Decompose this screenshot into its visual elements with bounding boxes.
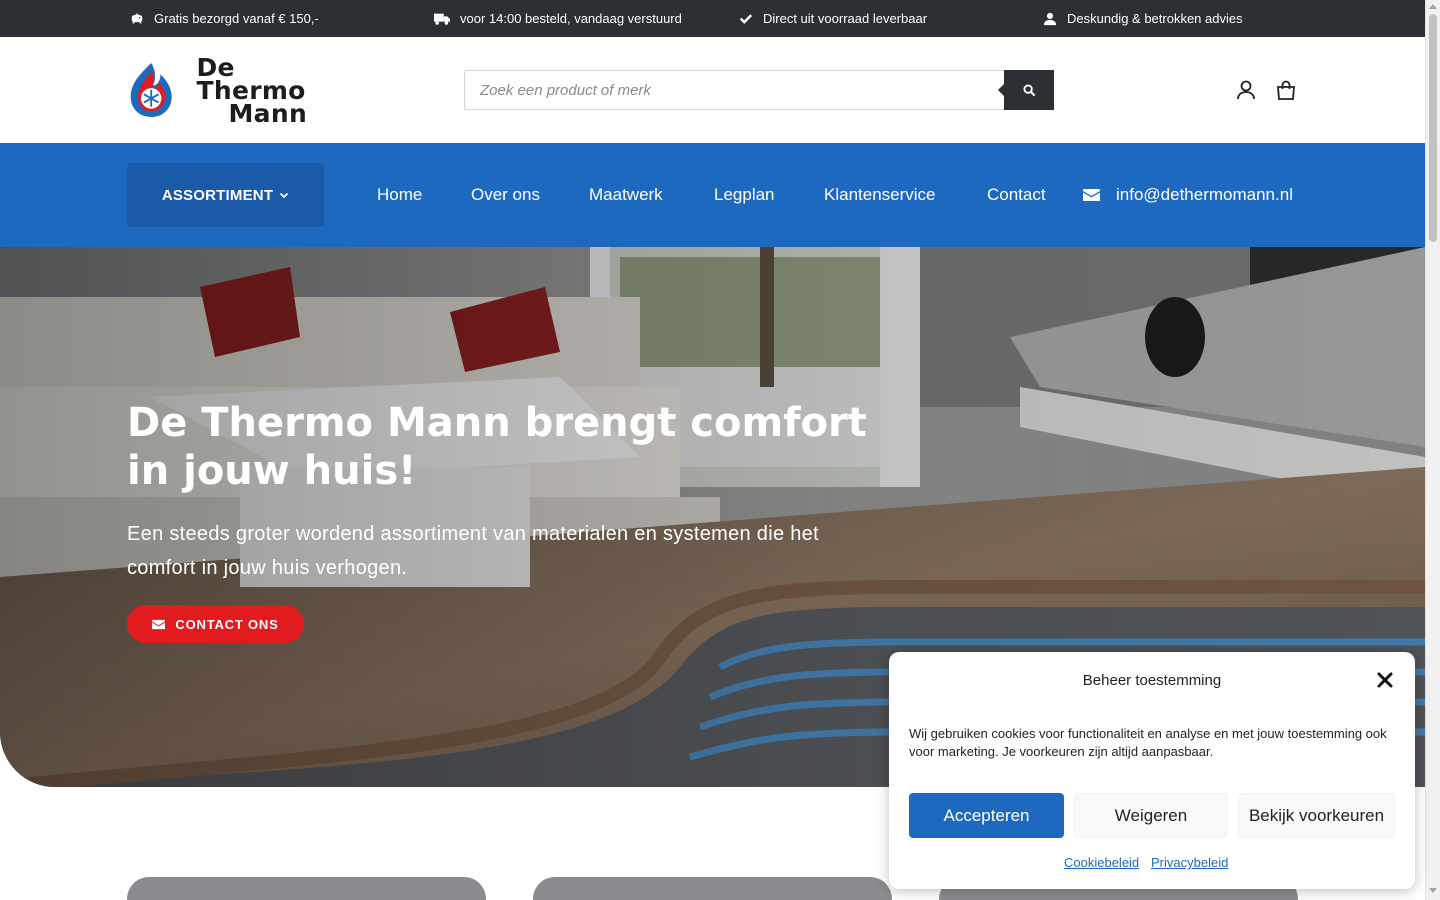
usp-text: Direct uit voorraad leverbaar bbox=[763, 11, 928, 26]
cookie-consent-dialog: Beheer toestemming Wij gebruiken cookies… bbox=[889, 652, 1415, 889]
scroll-up-arrow-icon[interactable] bbox=[1429, 4, 1437, 9]
nav-link-klantenservice[interactable]: Klantenservice bbox=[824, 143, 936, 247]
nav-link-legplan[interactable]: Legplan bbox=[714, 143, 775, 247]
logo-line-1: De Thermo bbox=[196, 52, 306, 105]
privacy-policy-link[interactable]: Privacybeleid bbox=[1151, 855, 1228, 870]
contact-button[interactable]: CONTACT ONS bbox=[127, 605, 304, 643]
site-logo[interactable]: De Thermo Mann bbox=[127, 55, 342, 126]
main-navigation: ASSORTIMENT Home Over ons Maatwerk Legpl… bbox=[0, 143, 1425, 247]
scroll-down-arrow-icon[interactable] bbox=[1429, 888, 1437, 893]
close-icon[interactable] bbox=[1376, 671, 1394, 689]
search-input[interactable] bbox=[465, 71, 1005, 109]
nav-email-text: info@dethermomann.nl bbox=[1116, 185, 1293, 204]
logo-line-2: Mann bbox=[228, 98, 308, 128]
cookie-dialog-title: Beheer toestemming bbox=[1082, 672, 1222, 689]
envelope-icon bbox=[1083, 189, 1100, 201]
check-icon bbox=[739, 13, 753, 24]
cookie-dialog-text: Wij gebruiken cookies voor functionalite… bbox=[909, 726, 1387, 759]
nav-link-contact[interactable]: Contact bbox=[987, 143, 1046, 247]
hero-title: De Thermo Mann brengt comfort in jouw hu… bbox=[127, 400, 867, 494]
flame-snowflake-logo-icon bbox=[130, 63, 172, 117]
category-card[interactable] bbox=[533, 877, 892, 900]
site-header: De Thermo Mann bbox=[0, 37, 1425, 143]
envelope-icon bbox=[152, 619, 166, 629]
user-icon bbox=[1043, 12, 1057, 25]
assortment-menu-button[interactable]: ASSORTIMENT bbox=[127, 163, 324, 227]
accept-cookies-button[interactable]: Accepteren bbox=[909, 793, 1064, 838]
usp-free-delivery: Gratis bezorgd vanaf € 150,- bbox=[130, 0, 319, 37]
usp-expert-advice: Deskundig & betrokken advies bbox=[1043, 0, 1243, 37]
search-icon bbox=[1022, 83, 1035, 96]
chevron-down-icon bbox=[280, 192, 289, 199]
hero-subtitle: Een steeds groter wordend assortiment va… bbox=[127, 523, 819, 579]
usp-text: Gratis bezorgd vanaf € 150,- bbox=[154, 11, 319, 26]
assortment-label: ASSORTIMENT bbox=[161, 186, 274, 204]
usp-text: voor 14:00 besteld, vandaag verstuurd bbox=[460, 11, 682, 26]
scrollbar-thumb[interactable] bbox=[1429, 14, 1437, 242]
usp-same-day-shipping: voor 14:00 besteld, vandaag verstuurd bbox=[434, 0, 682, 37]
usp-in-stock: Direct uit voorraad leverbaar bbox=[739, 0, 927, 37]
truck-icon bbox=[434, 13, 450, 25]
cookie-policy-link[interactable]: Cookiebeleid bbox=[1064, 855, 1139, 870]
nav-email-link[interactable]: info@dethermomann.nl bbox=[1083, 143, 1293, 247]
user-icon[interactable] bbox=[1235, 79, 1257, 101]
usp-text: Deskundig & betrokken advies bbox=[1067, 11, 1243, 26]
top-usp-bar: Gratis bezorgd vanaf € 150,- voor 14:00 … bbox=[0, 0, 1425, 37]
page-scrollbar[interactable] bbox=[1425, 0, 1440, 900]
shopping-bag-icon[interactable] bbox=[1275, 79, 1297, 101]
nav-link-over-ons[interactable]: Over ons bbox=[471, 143, 540, 247]
piggy-bank-icon bbox=[131, 12, 143, 23]
nav-link-maatwerk[interactable]: Maatwerk bbox=[589, 143, 663, 247]
contact-button-label: CONTACT ONS bbox=[175, 616, 279, 632]
nav-link-home[interactable]: Home bbox=[377, 143, 422, 247]
deny-cookies-button[interactable]: Weigeren bbox=[1074, 793, 1228, 838]
view-preferences-button[interactable]: Bekijk voorkeuren bbox=[1238, 793, 1395, 838]
search-button[interactable] bbox=[998, 70, 1054, 110]
logo-wordmark: De Thermo Mann bbox=[196, 52, 343, 128]
search-bar bbox=[464, 70, 1054, 110]
category-card[interactable] bbox=[127, 877, 486, 900]
